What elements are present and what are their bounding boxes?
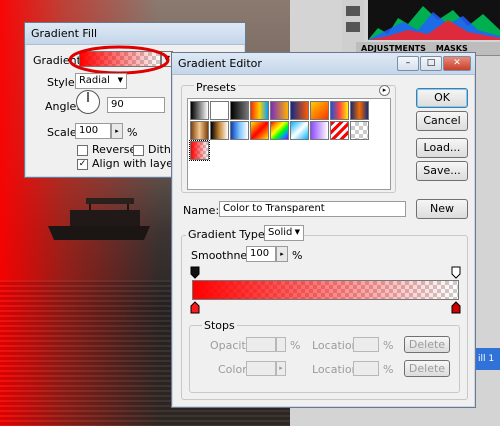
- scale-input[interactable]: 100: [75, 123, 111, 139]
- gradient-type-select[interactable]: Solid ▼: [264, 225, 304, 241]
- gradient-editor-title: Gradient Editor: [178, 57, 262, 70]
- style-select[interactable]: Radial ▼: [75, 73, 127, 89]
- preset-swatch[interactable]: [210, 121, 229, 140]
- opacity-input[interactable]: [246, 337, 276, 352]
- preset-swatch[interactable]: [270, 101, 289, 120]
- align-with-layer-checkbox[interactable]: ✓: [77, 159, 88, 170]
- boat-silhouette: [48, 198, 150, 240]
- ok-button[interactable]: OK: [416, 88, 468, 108]
- preset-swatch[interactable]: [250, 121, 269, 140]
- preset-swatch[interactable]: [330, 121, 349, 140]
- delete-opacity-stop-button[interactable]: Delete: [404, 336, 450, 353]
- opacity-location-input[interactable]: [353, 337, 379, 352]
- preset-swatch[interactable]: [230, 121, 249, 140]
- load-button[interactable]: Load...: [416, 138, 468, 158]
- opacity-slider-arrow[interactable]: [276, 337, 286, 352]
- adjust-icon[interactable]: [346, 6, 360, 16]
- close-icon[interactable]: ✕: [443, 56, 471, 71]
- opacity-unit: %: [290, 339, 301, 352]
- smoothness-unit: %: [292, 249, 303, 262]
- color-location-input[interactable]: [353, 361, 379, 376]
- gradient-fill-titlebar[interactable]: Gradient Fill: [25, 23, 245, 45]
- preset-swatch[interactable]: [290, 101, 309, 120]
- gradient-fill-title: Gradient Fill: [31, 27, 98, 40]
- preset-swatch[interactable]: [210, 101, 229, 120]
- mask-icon[interactable]: [346, 22, 360, 32]
- smoothness-slider-arrow[interactable]: ▸: [276, 246, 288, 262]
- preset-swatch[interactable]: [310, 121, 329, 140]
- color-swatch[interactable]: [246, 361, 276, 376]
- highlight-ellipse: [68, 45, 170, 75]
- preset-swatch[interactable]: [190, 121, 209, 140]
- color-location-unit: %: [383, 363, 394, 376]
- preset-swatch[interactable]: [330, 101, 349, 120]
- minimize-icon[interactable]: –: [397, 56, 419, 71]
- style-value: Radial: [79, 75, 110, 86]
- preset-swatch[interactable]: [290, 121, 309, 140]
- name-label: Name:: [183, 204, 220, 217]
- color-stop-left[interactable]: [190, 301, 200, 314]
- scale-slider-arrow[interactable]: ▸: [111, 123, 123, 139]
- new-button[interactable]: New: [416, 199, 468, 219]
- preset-swatch[interactable]: [350, 121, 369, 140]
- preset-swatch[interactable]: [350, 101, 369, 120]
- histogram: [368, 0, 500, 40]
- presets-label: Presets: [194, 81, 239, 94]
- reverse-label: Reverse: [92, 143, 137, 156]
- save-button[interactable]: Save...: [416, 161, 468, 181]
- opacity-location-unit: %: [383, 339, 394, 352]
- preset-swatch[interactable]: [250, 101, 269, 120]
- preset-swatch[interactable]: [230, 101, 249, 120]
- color-stop-right[interactable]: [451, 301, 461, 314]
- gradient-editor-dialog: Gradient Editor – □ ✕ Presets ▸ OK Cance…: [171, 52, 476, 408]
- presets-menu-icon[interactable]: ▸: [379, 85, 390, 96]
- chevron-down-icon: ▼: [117, 76, 123, 84]
- angle-dial[interactable]: [75, 89, 101, 115]
- opacity-stop-left[interactable]: [190, 266, 200, 279]
- smoothness-input[interactable]: 100: [246, 246, 276, 262]
- angle-input[interactable]: 90: [107, 97, 165, 113]
- scale-unit: %: [127, 126, 138, 139]
- style-label: Style:: [47, 76, 79, 89]
- gradient-type-value: Solid: [268, 227, 293, 238]
- gradient-type-label: Gradient Type:: [186, 228, 271, 241]
- preset-swatch[interactable]: [190, 101, 209, 120]
- opacity-stop-right[interactable]: [451, 266, 461, 279]
- gradient-bar[interactable]: [192, 280, 459, 300]
- preset-swatch[interactable]: [270, 121, 289, 140]
- cancel-button[interactable]: Cancel: [416, 111, 468, 131]
- dither-checkbox[interactable]: [133, 145, 144, 156]
- stops-label: Stops: [202, 319, 237, 332]
- chevron-down-icon: ▼: [294, 228, 300, 236]
- layer-row-selected[interactable]: ill 1: [476, 348, 500, 370]
- presets-grid: [187, 98, 391, 190]
- reverse-checkbox[interactable]: [77, 145, 88, 156]
- color-menu-arrow[interactable]: ▸: [276, 361, 286, 376]
- align-with-layer-label: Align with layer: [92, 157, 178, 170]
- preset-swatch[interactable]: [189, 140, 210, 161]
- maximize-icon[interactable]: □: [420, 56, 442, 71]
- preset-swatch[interactable]: [310, 101, 329, 120]
- name-input[interactable]: Color to Transparent: [219, 201, 406, 217]
- delete-color-stop-button[interactable]: Delete: [404, 360, 450, 377]
